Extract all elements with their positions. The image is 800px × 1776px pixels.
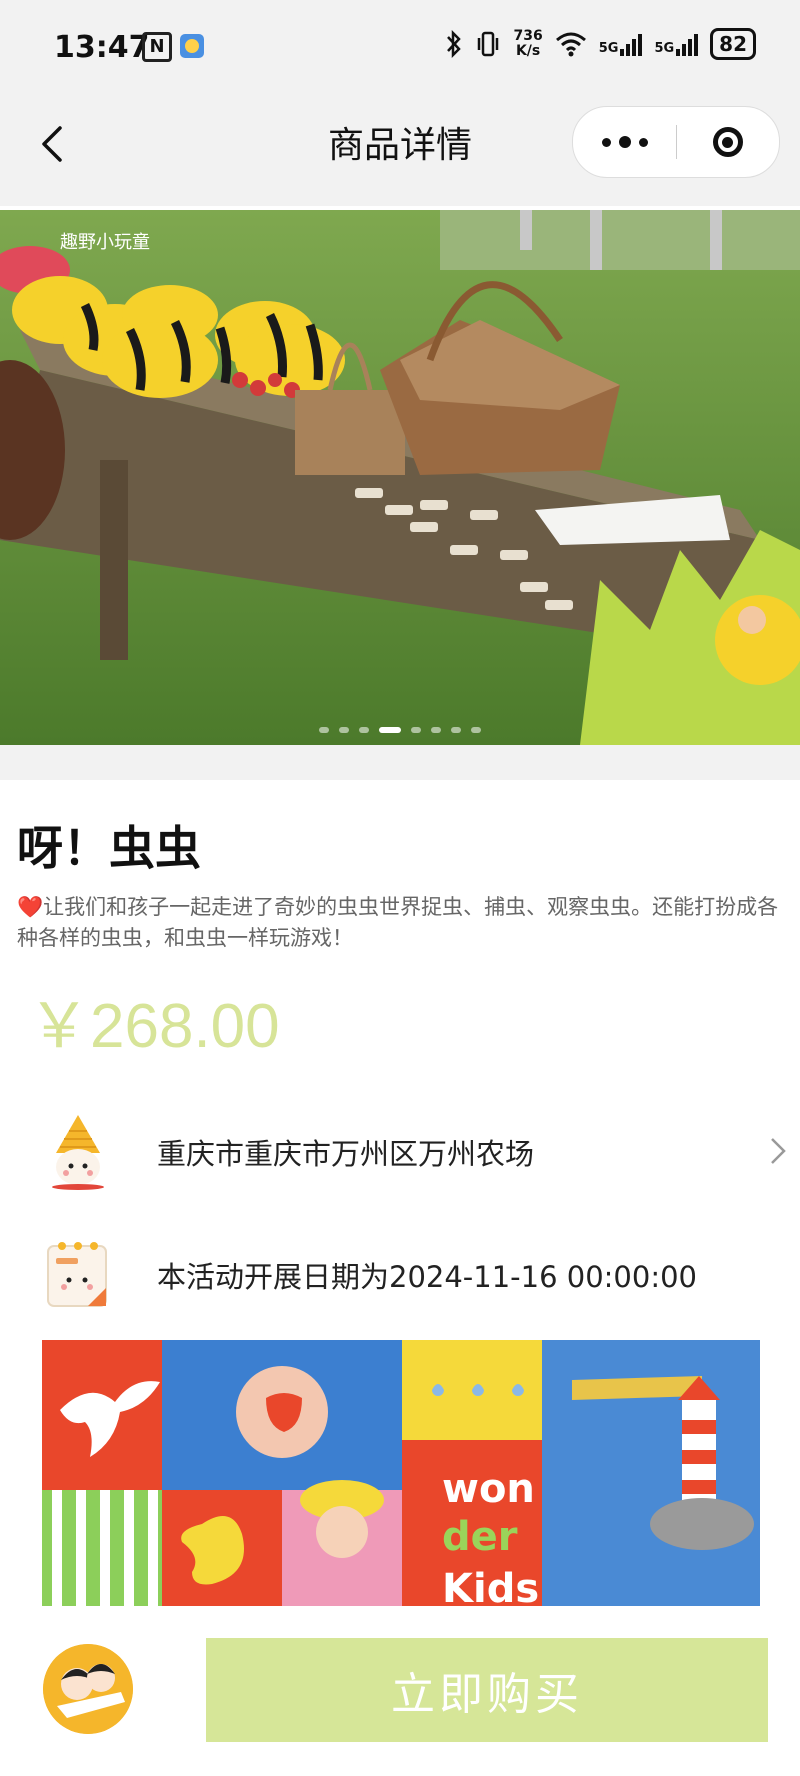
nav-bar: 商品详情 [0, 96, 800, 206]
banner-dot[interactable] [471, 727, 481, 733]
poster-brand-line-3: Kids [442, 1566, 539, 1606]
shop-avatar[interactable] [43, 1644, 133, 1734]
kids-logo-icon [43, 1644, 133, 1734]
poster-illustration: won der Kids [42, 1340, 760, 1606]
network-speed: 736 K/s [513, 29, 542, 59]
buy-now-button[interactable]: 立即购买 [206, 1638, 768, 1742]
banner-dot[interactable] [451, 727, 461, 733]
promo-poster: won der Kids [42, 1340, 760, 1606]
section-gap [0, 745, 800, 780]
vibrate-icon [478, 31, 499, 57]
status-bar: 13:47 N 736 K/s 5G 5G 82 [0, 0, 800, 96]
banner-dot[interactable] [411, 727, 421, 733]
product-description: ❤️让我们和孩子一起走进了奇妙的虫虫世界捉虫、捕虫、观察虫虫。还能打扮成各种各样… [17, 892, 787, 954]
bluetooth-icon [447, 30, 462, 58]
battery-icon: 82 [710, 28, 756, 60]
more-dots-icon[interactable] [573, 107, 676, 177]
nfc-icon: N [142, 32, 172, 62]
banner-dot[interactable] [339, 727, 349, 733]
banner-watermark-text: 趣野小玩童 [60, 232, 150, 253]
weather-icon [180, 34, 204, 58]
network-type-2: 5G [654, 41, 675, 56]
product-price: ￥268.00 [28, 992, 280, 1061]
banner-dot[interactable] [359, 727, 369, 733]
status-time: 13:47 [54, 30, 150, 65]
banner-photo: 趣野小玩童 [0, 210, 800, 745]
signal-icon: 5G [599, 32, 643, 56]
product-description-text: 让我们和孩子一起走进了奇妙的虫虫世界捉虫、捕虫、观察虫虫。还能打扮成各种各样的虫… [17, 895, 779, 950]
status-indicators: 736 K/s 5G 5G 82 [445, 28, 756, 60]
bottom-action-bar: 立即购买 [0, 1606, 800, 1776]
speed-value: 736 [513, 28, 543, 44]
location-text: 重庆市重庆市万州区万州农场 [157, 1137, 535, 1171]
wifi-icon [555, 32, 586, 57]
product-banner[interactable]: 趣野小玩童 [0, 210, 800, 745]
product-title: 呀！虫虫 [17, 821, 201, 875]
chevron-right-icon [771, 1138, 786, 1164]
calendar-mascot-icon [47, 1242, 107, 1307]
banner-dot[interactable] [431, 727, 441, 733]
banner-dot[interactable] [319, 727, 329, 733]
ice-cream-mascot-icon [52, 1115, 104, 1190]
mini-program-capsule [572, 106, 780, 178]
location-row[interactable]: 重庆市重庆市万州区万州农场 [0, 1097, 800, 1207]
banner-dot-active[interactable] [379, 727, 401, 733]
poster-brand-line-2: der [442, 1514, 518, 1560]
target-icon[interactable] [676, 107, 779, 177]
date-row: 本活动开展日期为2024-11-16 00:00:00 [0, 1220, 800, 1330]
signal-icon-2: 5G [654, 32, 699, 56]
activity-date-text: 本活动开展日期为2024-11-16 00:00:00 [157, 1260, 697, 1294]
speed-unit: K/s [515, 43, 541, 59]
heart-icon: ❤️ [17, 895, 44, 919]
network-type-1: 5G [598, 41, 619, 56]
banner-pagination [0, 727, 800, 733]
poster-brand-line-1: won [442, 1466, 535, 1512]
